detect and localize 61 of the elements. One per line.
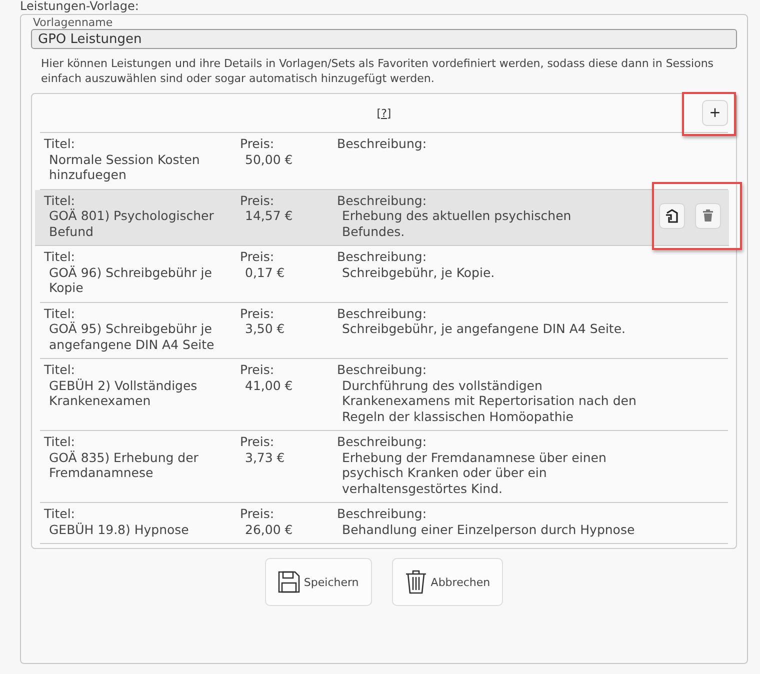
edit-button[interactable]: [659, 202, 685, 229]
list-row[interactable]: Titel: GEBÜH 19.8) Hypnose Preis: 26,00 € Beschreibung: Behandlung einer Einzelperson durch Hypnose: [40, 503, 728, 544]
description-text: Erhebung des aktuellen psychischen Befundes.: [341, 208, 572, 239]
edit-icon: [665, 208, 679, 223]
column-label: Preis:: [240, 434, 276, 450]
column-label: Beschreibung:: [337, 192, 428, 208]
column-label: Beschreibung:: [337, 249, 428, 264]
column-label: Preis:: [240, 192, 276, 208]
list-row[interactable]: Titel: GOÄ 801) Psychologischer Befund Preis: 14,57 € Beschreibung: Erhebung des aktuellen psychischen Befundes.: [35, 190, 729, 246]
title-text: GEBÜH 2) Vollständiges Krankenexamen: [48, 378, 198, 408]
column-label: Preis:: [240, 362, 276, 378]
price-text: 50,00 €: [244, 152, 294, 167]
description-text: Behandlung einer Einzelperson durch Hypnose: [341, 522, 636, 537]
name-field[interactable]: GPO Leistungen: [31, 29, 737, 49]
title-text: GOÄ 801) Psychologischer Befund: [48, 208, 215, 239]
column-label: Titel:: [44, 434, 76, 450]
column-label: Preis:: [240, 249, 276, 264]
column-label: Titel:: [44, 192, 76, 208]
list-row[interactable]: Titel: GOÄ 96) Schreibgebühr je Kopie Preis: 0,17 € Beschreibung: Schreibgebühr, je Kopie.: [40, 246, 728, 302]
trash-icon: [404, 570, 427, 594]
title-text: Normale Session Kosten hinzufuegen: [48, 152, 201, 182]
list-row[interactable]: Titel: GOÄ 95) Schreibgebühr je angefangene DIN A4 Seite Preis: 3,50 € Beschreibung: Schreibgebühr, je angefangene DIN A4 Seite.: [40, 302, 728, 359]
description-text: Schreibgebühr, je angefangene DIN A4 Seite.: [341, 321, 626, 336]
column-label: Titel:: [44, 506, 76, 522]
column-label: Titel:: [44, 362, 76, 378]
column-label: Titel:: [44, 249, 76, 264]
help-link[interactable]: [?]: [376, 106, 392, 120]
title-text: GOÄ 96) Schreibgebühr je Kopie: [48, 264, 213, 296]
column-label: Beschreibung:: [337, 506, 428, 522]
price-text: 0,17 €: [244, 264, 286, 280]
save-button[interactable]: Speichern: [264, 558, 372, 606]
price-text: 3,50 €: [244, 321, 286, 336]
column-label: Titel:: [44, 136, 76, 152]
title-text: GOÄ 835) Erhebung der Fremdanamnese: [48, 450, 200, 480]
list-row[interactable]: Titel: GEBÜH 2) Vollständiges Krankenexamen Preis: 41,00 € Beschreibung: Durchführung des vollständigen Krankenexamens mit Repertorisation nach den Regeln der klassischen Homöopathie: [40, 359, 728, 431]
column-label: Beschreibung:: [337, 434, 428, 450]
description-text: Erhebung der Fremdanamnese über einen psychisch Kranken oder über ein verhaltensgestörtes Kind.: [341, 450, 608, 496]
delete-button[interactable]: [695, 202, 721, 229]
trash-icon: [702, 209, 714, 222]
column-label: Beschreibung:: [337, 136, 428, 152]
description-text: Hier können Leistungen und ihre Details in Vorlagen/Sets als Favoriten vordefiniert werden, sodass diese dann in Sessions einfach auszuwählen sind oder sogar automatisch hinzugefügt werden.: [41, 56, 715, 86]
title-text: GOÄ 95) Schreibgebühr je angefangene DIN A4 Seite: [48, 321, 216, 352]
section-heading: Leistungen-Vorlage:: [20, 0, 140, 13]
column-label: Titel:: [44, 306, 76, 321]
list-row[interactable]: Titel: GOÄ 835) Erhebung der Fremdanamnese Preis: 3,73 € Beschreibung: Erhebung der Fremdanamnese über einen psychisch Kranken oder über ein verhaltensgestörtes Kind.: [40, 431, 728, 503]
description-text: Durchführung des vollständigen Krankenexamens mit Repertorisation nach den Regeln der klassischen Homöopathie: [341, 378, 637, 424]
column-label: Beschreibung:: [337, 362, 428, 378]
column-label: Beschreibung:: [337, 306, 428, 321]
field-label: Vorlagenname: [32, 17, 114, 29]
add-button[interactable]: +: [702, 100, 728, 126]
price-text: 26,00 €: [244, 522, 294, 537]
price-text: 41,00 €: [244, 378, 294, 393]
column-label: Preis:: [240, 136, 276, 152]
title-text: GEBÜH 19.8) Hypnose: [48, 522, 190, 537]
description-text: Schreibgebühr, je Kopie.: [341, 264, 496, 280]
price-text: 3,73 €: [244, 450, 286, 465]
save-icon: [278, 571, 300, 593]
column-label: Preis:: [240, 506, 276, 522]
cancel-button[interactable]: Abbrechen: [392, 558, 504, 606]
column-label: Preis:: [240, 306, 276, 321]
price-text: 14,57 €: [244, 208, 294, 224]
